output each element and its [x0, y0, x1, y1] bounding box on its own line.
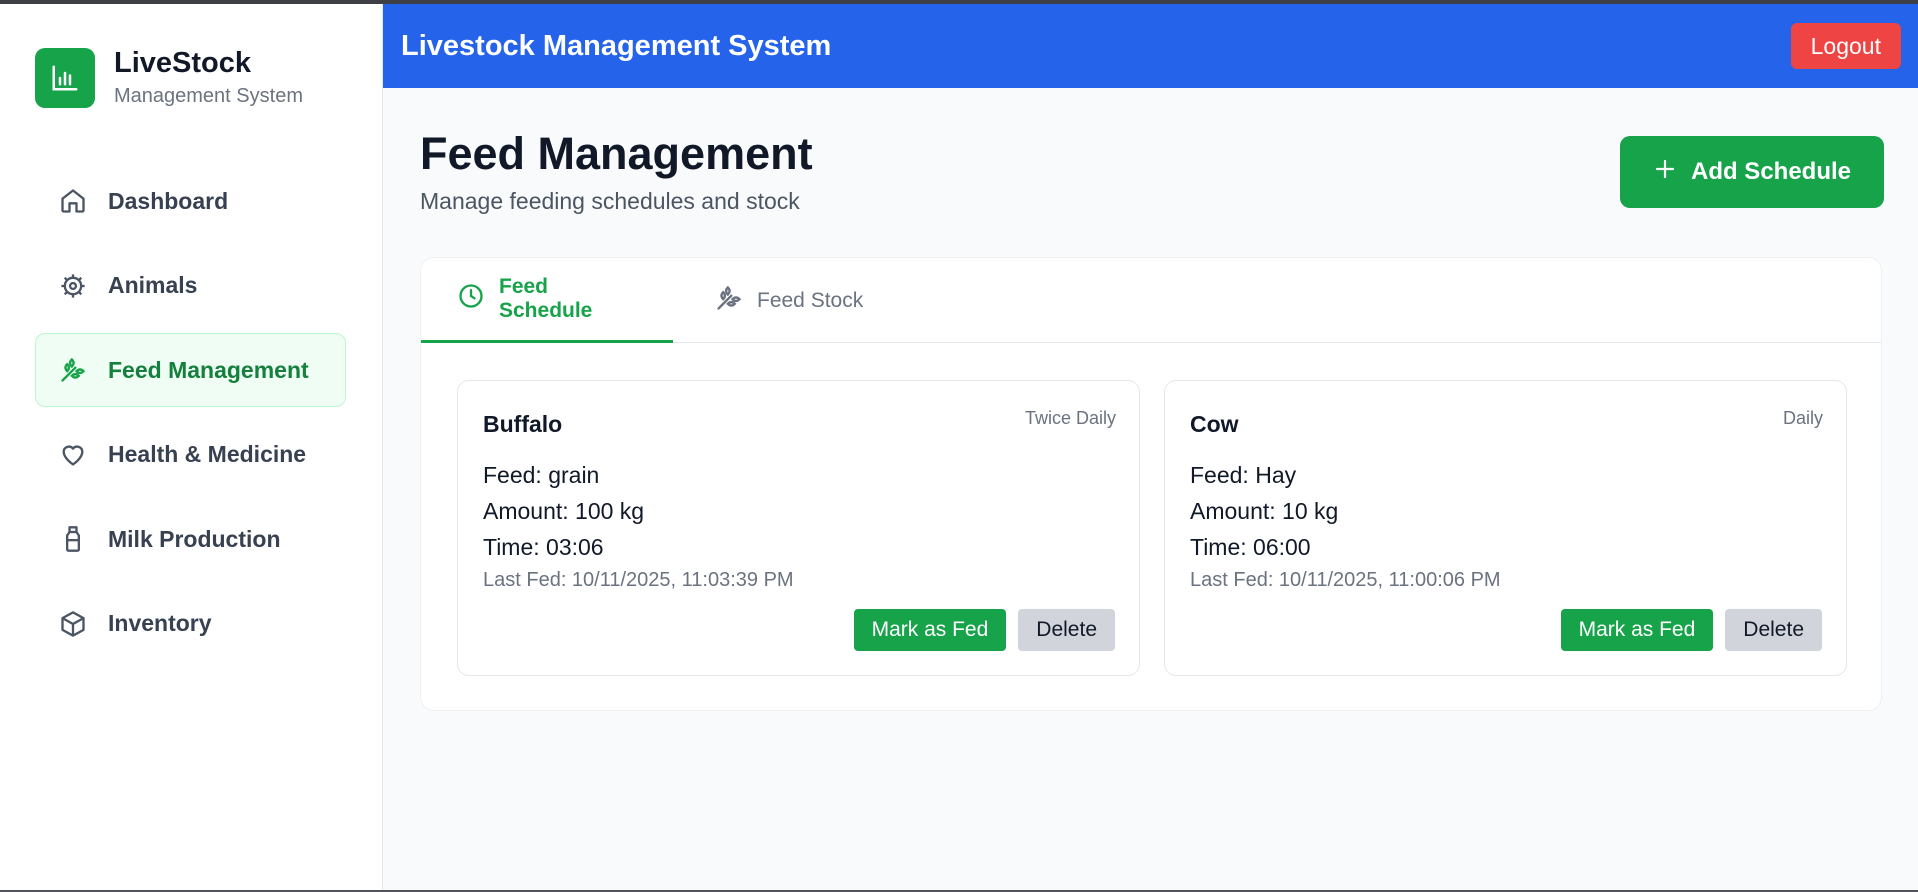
- sidebar-item-label: Inventory: [108, 610, 212, 636]
- main-content: Feed Management Manage feeding schedules…: [383, 88, 1918, 890]
- bar-chart-icon: [35, 47, 95, 108]
- package-icon: [59, 610, 87, 638]
- tab-feed-stock[interactable]: Feed Stock: [673, 258, 863, 343]
- sidebar-item-label: Animals: [108, 272, 198, 298]
- sidebar: LiveStock Management System Dashboard An…: [0, 4, 383, 890]
- last-fed: Last Fed: 10/11/2025, 11:03:39 PM: [483, 569, 794, 591]
- sidebar-item-label: Dashboard: [108, 187, 229, 214]
- sidebar-item-health-medicine[interactable]: Health & Medicine: [35, 418, 346, 492]
- logout-button[interactable]: Logout: [1790, 23, 1901, 69]
- plus-icon: [1653, 157, 1677, 188]
- sidebar-item-milk-production[interactable]: Milk Production: [35, 502, 346, 576]
- sidebar-item-animals[interactable]: Animals: [35, 249, 346, 323]
- delete-button[interactable]: Delete: [1018, 609, 1115, 651]
- feed-time: Time: 03:06: [483, 534, 604, 560]
- tab-feed-schedule[interactable]: Feed Schedule: [421, 258, 673, 343]
- delete-button[interactable]: Delete: [1725, 609, 1822, 651]
- feed-frequency: Daily: [1782, 408, 1823, 428]
- app-window: LiveStock Management System Dashboard An…: [0, 0, 1918, 892]
- tab-bar: Feed Schedule Feed Stock: [421, 258, 1881, 343]
- schedule-card: Buffalo Twice Daily Feed: grain Amount: …: [457, 380, 1140, 676]
- milk-bottle-icon: [59, 525, 87, 553]
- schedule-list: Buffalo Twice Daily Feed: grain Amount: …: [457, 380, 1847, 676]
- sidebar-item-label: Feed Management: [108, 356, 309, 383]
- animal-name: Buffalo: [483, 411, 563, 437]
- add-schedule-button[interactable]: Add Schedule: [1620, 136, 1884, 208]
- tab-label: Feed Stock: [757, 288, 864, 312]
- feed-frequency: Twice Daily: [1024, 408, 1116, 428]
- app-title: Livestock Management System: [401, 29, 832, 62]
- page-subtitle: Manage feeding schedules and stock: [420, 188, 800, 214]
- brand-subtitle: Management System: [114, 85, 303, 107]
- tab-label: Feed Schedule: [499, 275, 593, 322]
- sidebar-item-label: Milk Production: [108, 525, 281, 552]
- top-header: Livestock Management System Logout: [383, 4, 1918, 88]
- sidebar-item-inventory[interactable]: Inventory: [35, 587, 346, 661]
- brand: LiveStock Management System: [35, 46, 303, 109]
- brand-name: LiveStock: [114, 47, 251, 79]
- page-title: Feed Management: [420, 128, 813, 179]
- feed-type: Feed: grain: [483, 462, 600, 488]
- sidebar-nav: Dashboard Animals Feed Management Health…: [35, 164, 346, 671]
- feed-panel: Feed Schedule Feed Stock Buffalo Twice D…: [420, 257, 1882, 711]
- sidebar-item-dashboard[interactable]: Dashboard: [35, 164, 346, 238]
- last-fed: Last Fed: 10/11/2025, 11:00:06 PM: [1190, 569, 1501, 591]
- animal-name: Cow: [1190, 411, 1239, 437]
- feed-amount: Amount: 100 kg: [483, 498, 645, 524]
- mark-as-fed-button[interactable]: Mark as Fed: [853, 609, 1007, 651]
- wheat-icon: [59, 356, 87, 384]
- gear-icon: [59, 272, 87, 300]
- feed-type: Feed: Hay: [1190, 462, 1297, 488]
- add-schedule-label: Add Schedule: [1690, 158, 1852, 185]
- schedule-card: Cow Daily Feed: Hay Amount: 10 kg Time: …: [1164, 380, 1847, 676]
- heart-icon: [59, 441, 87, 469]
- clock-icon: [457, 282, 485, 316]
- sidebar-item-label: Health & Medicine: [108, 441, 307, 467]
- mark-as-fed-button[interactable]: Mark as Fed: [1560, 609, 1714, 651]
- wheat-icon: [715, 284, 743, 318]
- feed-amount: Amount: 10 kg: [1190, 498, 1339, 524]
- sidebar-item-feed-management[interactable]: Feed Management: [35, 333, 346, 407]
- home-icon: [59, 187, 87, 215]
- feed-time: Time: 06:00: [1190, 534, 1311, 560]
